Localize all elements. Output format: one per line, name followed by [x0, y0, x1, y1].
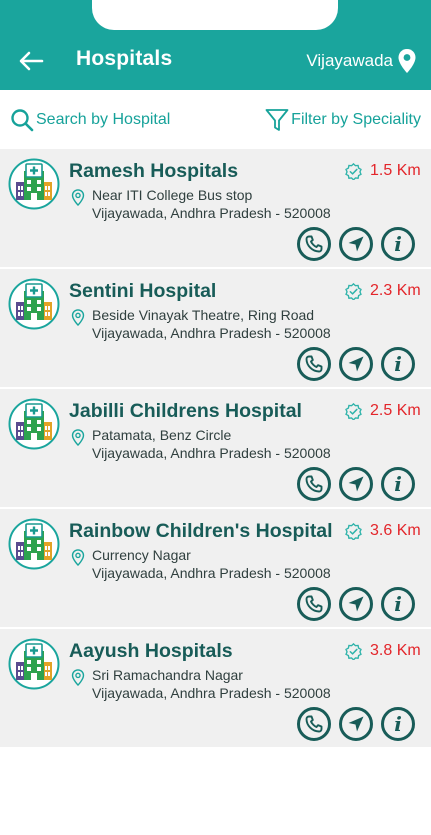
- navigate-button[interactable]: [339, 227, 373, 261]
- distance-label: 2.5 Km: [370, 402, 421, 419]
- card-actions: i: [297, 587, 415, 621]
- call-button[interactable]: [297, 227, 331, 261]
- card-actions: i: [297, 227, 415, 261]
- distance-label: 3.8 Km: [370, 642, 421, 659]
- call-button[interactable]: [297, 467, 331, 501]
- map-pin-icon: [71, 549, 85, 566]
- navigate-button[interactable]: [339, 467, 373, 501]
- call-button[interactable]: [297, 587, 331, 621]
- address-line-1: Near ITI College Bus stop: [92, 187, 253, 203]
- address-line-2: Vijayawada, Andhra Pradesh - 520008: [92, 445, 331, 461]
- phone-icon: [305, 595, 323, 613]
- hospital-card[interactable]: Sentini Hospital 2.3 Km Beside Vinayak T…: [0, 269, 431, 387]
- map-pin-icon: [71, 669, 85, 686]
- hospital-icon: [8, 518, 60, 570]
- verified-icon: [345, 283, 362, 300]
- card-actions: i: [297, 707, 415, 741]
- address-line-2: Vijayawada, Andhra Pradesh - 520008: [92, 325, 331, 341]
- info-button[interactable]: i: [381, 707, 415, 741]
- search-filter-bar: Search by Hospital Filter by Speciality: [0, 90, 431, 148]
- info-icon: i: [394, 472, 402, 496]
- address-line-1: Patamata, Benz Circle: [92, 427, 232, 443]
- app-header: Hospitals Vijayawada: [0, 0, 431, 90]
- call-button[interactable]: [297, 347, 331, 381]
- phone-icon: [305, 715, 323, 733]
- call-button[interactable]: [297, 707, 331, 741]
- address-line-1: Beside Vinayak Theatre, Ring Road: [92, 307, 315, 323]
- navigate-icon: [348, 476, 364, 492]
- info-button[interactable]: i: [381, 587, 415, 621]
- filter-by-speciality-button[interactable]: Filter by Speciality: [265, 107, 421, 133]
- navigate-button[interactable]: [339, 707, 373, 741]
- info-icon: i: [394, 592, 402, 616]
- info-icon: i: [394, 352, 402, 376]
- hospital-icon: [8, 158, 60, 210]
- navigate-icon: [348, 716, 364, 732]
- map-pin-icon: [71, 189, 85, 206]
- info-button[interactable]: i: [381, 347, 415, 381]
- hospital-card[interactable]: Rainbow Children's Hospital 3.6 Km Curre…: [0, 509, 431, 627]
- city-selector[interactable]: Vijayawada: [306, 51, 393, 71]
- phone-icon: [305, 355, 323, 373]
- info-button[interactable]: i: [381, 467, 415, 501]
- page-title: Hospitals: [76, 47, 173, 70]
- card-actions: i: [297, 467, 415, 501]
- distance-label: 3.6 Km: [370, 522, 421, 539]
- navigate-icon: [348, 356, 364, 372]
- hospital-card[interactable]: Jabilli Childrens Hospital 2.5 Km Patama…: [0, 389, 431, 507]
- hospital-icon: [8, 398, 60, 450]
- hospital-name: Sentini Hospital: [69, 280, 217, 302]
- address-line-1: Currency Nagar: [92, 547, 191, 563]
- hospital-icon: [8, 638, 60, 690]
- navigate-icon: [348, 596, 364, 612]
- info-icon: i: [394, 232, 402, 256]
- search-label: Search by Hospital: [36, 111, 171, 128]
- search-by-hospital-button[interactable]: Search by Hospital: [10, 107, 170, 133]
- navigate-button[interactable]: [339, 587, 373, 621]
- hospital-card[interactable]: Aayush Hospitals 3.8 Km Sri Ramachandra …: [0, 629, 431, 747]
- back-arrow-icon[interactable]: [18, 49, 44, 73]
- verified-icon: [345, 643, 362, 660]
- distance-label: 2.3 Km: [370, 282, 421, 299]
- distance-label: 1.5 Km: [370, 162, 421, 179]
- hospital-name: Ramesh Hospitals: [69, 160, 239, 182]
- hospital-name: Rainbow Children's Hospital: [69, 520, 333, 542]
- hospital-icon: [8, 278, 60, 330]
- hospital-card[interactable]: Ramesh Hospitals 1.5 Km Near ITI College…: [0, 149, 431, 267]
- hospital-name: Aayush Hospitals: [69, 640, 233, 662]
- hospital-name: Jabilli Childrens Hospital: [69, 400, 302, 422]
- location-pin-icon[interactable]: [397, 48, 417, 74]
- verified-icon: [345, 163, 362, 180]
- info-icon: i: [394, 712, 402, 736]
- map-pin-icon: [71, 309, 85, 326]
- search-icon: [11, 109, 34, 132]
- address-line-1: Sri Ramachandra Nagar: [92, 667, 243, 683]
- navigate-icon: [348, 236, 364, 252]
- filter-icon: [265, 109, 289, 131]
- verified-icon: [345, 523, 362, 540]
- address-line-2: Vijayawada, Andhra Pradesh - 520008: [92, 205, 331, 221]
- phone-icon: [305, 235, 323, 253]
- navigate-button[interactable]: [339, 347, 373, 381]
- address-line-2: Vijayawada, Andhra Pradesh - 520008: [92, 565, 331, 581]
- card-actions: i: [297, 347, 415, 381]
- filter-label: Filter by Speciality: [291, 111, 421, 128]
- info-button[interactable]: i: [381, 227, 415, 261]
- map-pin-icon: [71, 429, 85, 446]
- verified-icon: [345, 403, 362, 420]
- phone-icon: [305, 475, 323, 493]
- device-notch: [92, 0, 338, 30]
- address-line-2: Vijayawada, Andhra Pradesh - 520008: [92, 685, 331, 701]
